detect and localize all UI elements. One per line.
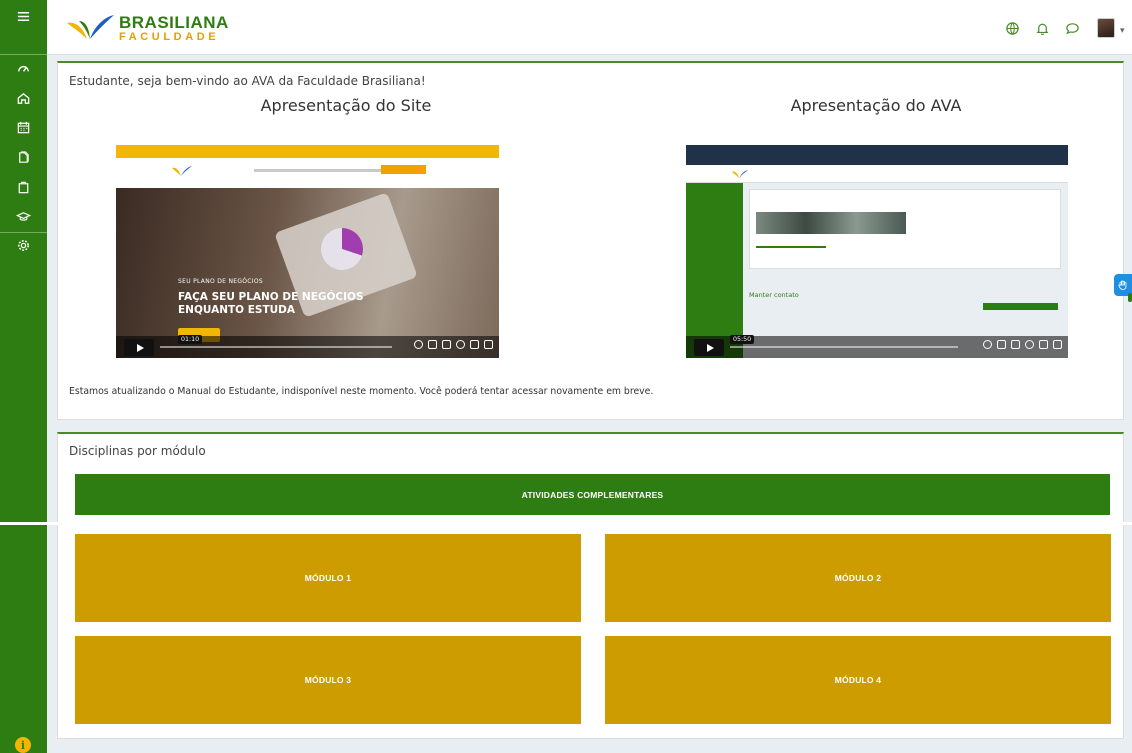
welcome-message: Estudante, seja bem-vindo ao AVA da Facu… bbox=[69, 74, 426, 88]
top-navbar: BRASILIANA FACULDADE ▾ bbox=[47, 0, 1132, 55]
play-button[interactable] bbox=[124, 339, 154, 356]
sidebar-item-dashboard[interactable] bbox=[0, 52, 47, 84]
video-preview-sidebar bbox=[686, 183, 743, 358]
volume-icon[interactable] bbox=[414, 340, 423, 349]
video-preview-content: Manter contato bbox=[743, 183, 1068, 358]
site-presentation-video[interactable]: SEU PLANO DE NEGÓCIOS FAÇA SEU PLANO DE … bbox=[116, 145, 499, 358]
fullscreen-icon[interactable] bbox=[1053, 340, 1062, 349]
captions-icon[interactable] bbox=[997, 340, 1006, 349]
video-preview-hero: SEU PLANO DE NEGÓCIOS FAÇA SEU PLANO DE … bbox=[116, 188, 499, 358]
atividades-complementares-button[interactable]: ATIVIDADES COMPLEMENTARES bbox=[75, 474, 1110, 515]
brand-subname: FACULDADE bbox=[119, 30, 220, 43]
modules-card: Disciplinas por módulo ATIVIDADES COMPLE… bbox=[57, 432, 1124, 739]
menu-toggle-button[interactable] bbox=[0, 0, 47, 32]
clipboard-icon bbox=[18, 181, 29, 193]
preview-contact-title: Manter contato bbox=[749, 291, 799, 299]
miniplayer-icon[interactable] bbox=[1039, 340, 1048, 349]
chevron-down-icon[interactable]: ▾ bbox=[1120, 26, 1130, 36]
menu-icon bbox=[17, 11, 30, 21]
left-sidebar: i bbox=[0, 0, 47, 753]
accessibility-side-tab bbox=[1128, 293, 1132, 302]
video-time: 01:10 bbox=[178, 335, 203, 344]
preview-app-button bbox=[983, 303, 1058, 310]
play-button[interactable] bbox=[694, 339, 724, 356]
sidebar-item-courses[interactable] bbox=[0, 171, 47, 203]
volume-icon[interactable] bbox=[983, 340, 992, 349]
notifications-button[interactable] bbox=[1035, 21, 1050, 36]
settings-icon bbox=[18, 239, 29, 251]
video-preview-navbar bbox=[686, 165, 1068, 183]
settings-icon[interactable] bbox=[1025, 340, 1034, 349]
user-avatar[interactable] bbox=[1097, 18, 1115, 38]
sidebar-item-calendar[interactable] bbox=[0, 111, 47, 143]
modules-heading: Disciplinas por módulo bbox=[69, 444, 206, 458]
logo-bird-icon bbox=[67, 15, 114, 39]
module-4-button[interactable]: MÓDULO 4 bbox=[605, 636, 1111, 724]
files-icon bbox=[19, 150, 29, 163]
ava-video-title: Apresentação do AVA bbox=[790, 96, 962, 115]
preview-thumbnail bbox=[756, 212, 906, 234]
preview-pie-shape bbox=[321, 228, 363, 270]
accessibility-hand-icon bbox=[1118, 280, 1127, 290]
settings-icon[interactable] bbox=[456, 340, 465, 349]
home-icon bbox=[17, 92, 30, 104]
video-preview-navbar bbox=[116, 158, 499, 188]
site-video-title: Apresentação do Site bbox=[260, 96, 432, 115]
sidebar-item-home[interactable] bbox=[0, 82, 47, 114]
video-seekbar[interactable]: 05:50 bbox=[730, 335, 958, 348]
watch-later-icon[interactable] bbox=[1011, 340, 1020, 349]
screenshot-seam bbox=[0, 522, 1132, 525]
graduation-cap-icon bbox=[16, 211, 31, 221]
chat-icon bbox=[1066, 23, 1079, 35]
watch-later-icon[interactable] bbox=[442, 340, 451, 349]
sidebar-item-graduation[interactable] bbox=[0, 200, 47, 232]
sidebar-item-settings[interactable] bbox=[0, 229, 47, 261]
video-controls: 01:10 bbox=[116, 335, 499, 358]
video-time: 05:50 bbox=[730, 335, 755, 344]
fullscreen-icon[interactable] bbox=[484, 340, 493, 349]
video-controls: 05:50 bbox=[686, 335, 1068, 358]
brand-logo[interactable]: BRASILIANA FACULDADE bbox=[65, 13, 229, 43]
video-control-icons bbox=[414, 340, 493, 349]
module-3-button[interactable]: MÓDULO 3 bbox=[75, 636, 581, 724]
calendar-icon bbox=[17, 121, 30, 133]
bell-icon bbox=[1036, 23, 1049, 36]
video-seekbar[interactable]: 01:10 bbox=[160, 335, 392, 348]
module-1-button[interactable]: MÓDULO 1 bbox=[75, 534, 581, 622]
preview-menu-bar bbox=[254, 169, 384, 172]
captions-icon[interactable] bbox=[428, 340, 437, 349]
preview-logo-icon bbox=[172, 166, 192, 176]
ava-presentation-video[interactable]: Manter contato 05:50 bbox=[686, 145, 1068, 358]
video-control-icons bbox=[983, 340, 1062, 349]
language-button[interactable] bbox=[1005, 21, 1020, 36]
dashboard-icon bbox=[18, 65, 29, 72]
hero-small-text: SEU PLANO DE NEGÓCIOS bbox=[178, 278, 263, 285]
sidebar-item-files[interactable] bbox=[0, 141, 47, 173]
info-icon[interactable]: i bbox=[15, 737, 31, 753]
video-preview-topbar bbox=[116, 145, 499, 158]
preview-progress bbox=[756, 246, 826, 248]
video-preview-browser-bar bbox=[686, 145, 1068, 165]
module-2-button[interactable]: MÓDULO 2 bbox=[605, 534, 1111, 622]
messages-button[interactable] bbox=[1065, 21, 1080, 36]
globe-icon bbox=[1006, 22, 1019, 35]
brand-name: BRASILIANA bbox=[119, 12, 229, 32]
presentation-card: Estudante, seja bem-vindo ao AVA da Facu… bbox=[57, 61, 1124, 420]
miniplayer-icon[interactable] bbox=[470, 340, 479, 349]
manual-unavailable-message: Estamos atualizando o Manual do Estudant… bbox=[69, 386, 654, 397]
preview-cta-bar bbox=[381, 165, 426, 174]
preview-logo-icon bbox=[731, 169, 749, 179]
hero-big-text: FAÇA SEU PLANO DE NEGÓCIOS ENQUANTO ESTU… bbox=[178, 291, 364, 316]
preview-panel bbox=[749, 189, 1061, 269]
